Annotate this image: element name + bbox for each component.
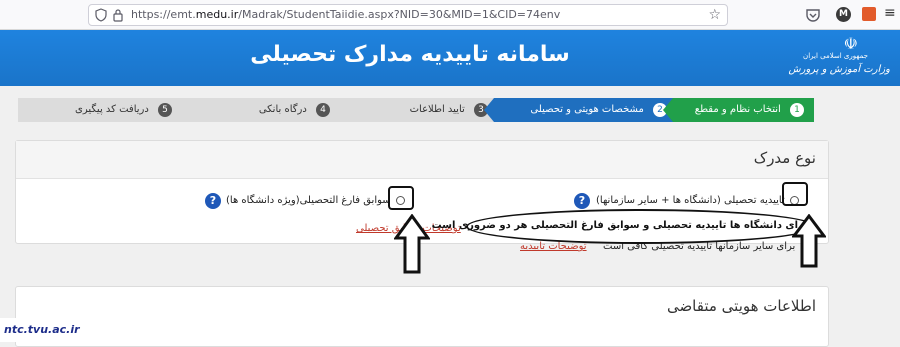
ministry-logo: ☫ جمهوری اسلامی ایران وزارت آموزش و پرور… bbox=[788, 32, 892, 84]
bookmark-star-icon[interactable]: ☆ bbox=[708, 7, 721, 23]
highlight-box bbox=[782, 182, 808, 206]
progress-steps: 5 دریافت کد پیگیری 4 درگاه بانکی 3 تایید… bbox=[18, 98, 814, 122]
arrow-up-icon bbox=[792, 214, 826, 268]
step-1: 1 انتخاب نظام و مقطع bbox=[663, 98, 814, 122]
url-prefix: https://emt. bbox=[131, 8, 196, 21]
pocket-icon[interactable] bbox=[805, 7, 821, 23]
step-arrow bbox=[484, 98, 494, 122]
url-path: /Madrak/StudentTaiidie.aspx?NID=30&MID=1… bbox=[238, 8, 561, 21]
step-arrow bbox=[663, 98, 673, 122]
step-label: دریافت کد پیگیری bbox=[75, 104, 149, 115]
panel-title: نوع مدرک bbox=[753, 149, 816, 167]
browser-toolbar: https://emt.medu.ir/Madrak/StudentTaiidi… bbox=[0, 0, 900, 30]
extension-icon[interactable] bbox=[862, 7, 876, 21]
step-4: 4 درگاه بانکی bbox=[178, 98, 340, 122]
step-label: انتخاب نظام و مقطع bbox=[694, 104, 781, 115]
logo-line1: جمهوری اسلامی ایران bbox=[803, 52, 868, 60]
option1-label[interactable]: تاییدیه تحصیلی (دانشگاه ها + سایر سازمان… bbox=[596, 195, 785, 206]
step-number: 5 bbox=[158, 103, 172, 117]
address-bar[interactable]: https://emt.medu.ir/Madrak/StudentTaiidi… bbox=[88, 4, 728, 26]
option2-label[interactable]: سوابق فارغ التحصیلی(ویژه دانشگاه ها) bbox=[226, 195, 391, 206]
logo-line2: وزارت آموزش و پرورش bbox=[788, 64, 890, 75]
panel-title: اطلاعات هویتی متقاضی bbox=[666, 297, 816, 315]
lock-icon[interactable] bbox=[113, 8, 123, 22]
site-title: سامانه تاییدیه مدارک تحصیلی bbox=[250, 42, 570, 67]
step-2: 2 مشخصات هویتی و تحصیلی bbox=[484, 98, 677, 122]
help-icon[interactable]: ? bbox=[574, 193, 590, 209]
step-label: مشخصات هویتی و تحصیلی bbox=[530, 104, 644, 115]
step-label: تایید اطلاعات bbox=[409, 104, 465, 115]
callout-text: برای دانشگاه ها تاییدیه تحصیلی و سوابق ف… bbox=[431, 220, 808, 231]
url-text[interactable]: https://emt.medu.ir/Madrak/StudentTaiidi… bbox=[131, 8, 560, 21]
identity-panel: اطلاعات هویتی متقاضی bbox=[15, 286, 829, 347]
shield-icon[interactable] bbox=[95, 8, 107, 22]
arrow-up-icon bbox=[394, 214, 430, 274]
step-number: 4 bbox=[316, 103, 330, 117]
step-label: درگاه بانکی bbox=[258, 104, 307, 115]
emblem-icon: ☫ bbox=[843, 34, 858, 53]
step-number: 1 bbox=[790, 103, 804, 117]
menu-icon[interactable]: ≡ bbox=[884, 5, 900, 21]
profile-avatar[interactable]: M bbox=[836, 7, 851, 22]
highlight-box bbox=[388, 186, 414, 210]
step-5: 5 دریافت کد پیگیری bbox=[18, 98, 182, 122]
site-header: سامانه تاییدیه مدارک تحصیلی ☫ جمهوری اسل… bbox=[0, 30, 900, 86]
url-domain: medu.ir bbox=[195, 8, 239, 21]
help-icon[interactable]: ? bbox=[205, 193, 221, 209]
panel-header: نوع مدرک bbox=[16, 141, 828, 179]
watermark: ntc.tvu.ac.ir bbox=[0, 318, 80, 342]
step-3: 3 تایید اطلاعات bbox=[336, 98, 498, 122]
